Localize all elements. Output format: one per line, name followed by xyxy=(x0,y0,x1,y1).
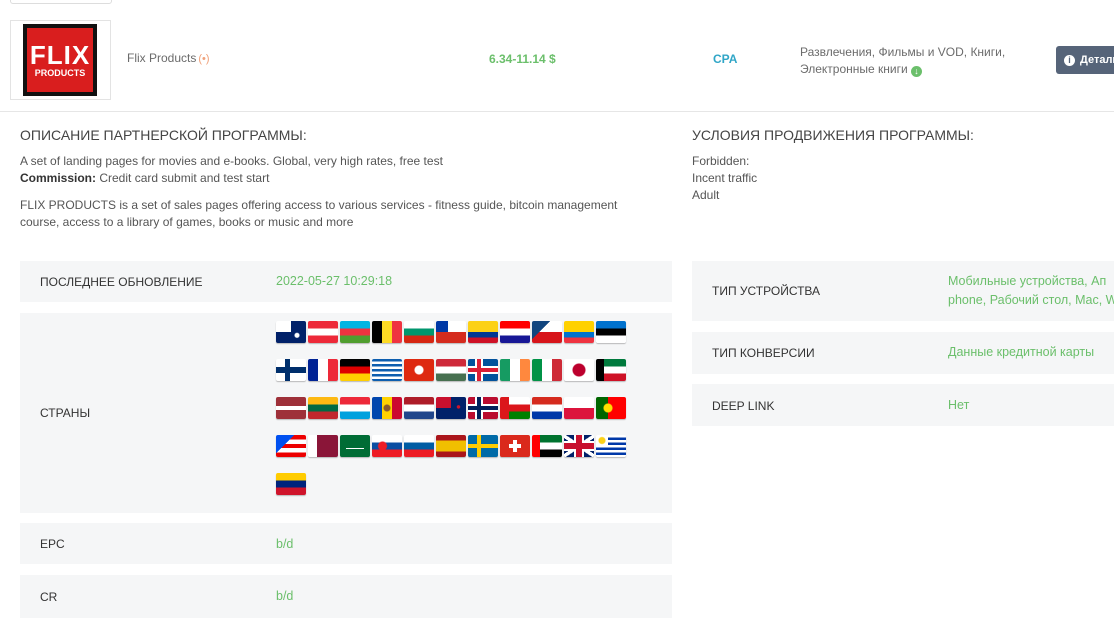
cr-label: CR xyxy=(40,590,58,604)
conversion-type-label: ТИП КОНВЕРСИИ xyxy=(712,346,815,360)
countries-label: СТРАНЫ xyxy=(40,406,91,420)
flag-lt-icon xyxy=(308,397,338,419)
flag-nl-icon xyxy=(404,397,434,419)
device-type-value: Мобильные устройства, Ап phone, Рабочий … xyxy=(948,272,1114,310)
deep-link-value: Нет xyxy=(948,398,970,412)
epc-value: b/d xyxy=(276,537,294,551)
offer-row: FLIX PRODUCTS Flix Products (•) 6.34-11.1… xyxy=(0,12,1114,112)
flag-kw-icon xyxy=(596,359,626,381)
flix-products-logo: FLIX PRODUCTS xyxy=(23,24,97,96)
offer-payout: 6.34-11.14 $ xyxy=(489,52,556,66)
top-tab-stub xyxy=(10,0,112,4)
flag-cz-icon xyxy=(532,321,562,343)
offer-model: CPA xyxy=(713,52,738,66)
condition-line: Incent traffic xyxy=(692,171,758,185)
flag-om-icon xyxy=(500,397,530,419)
flag-ie-icon xyxy=(500,359,530,381)
flag-ch-icon xyxy=(500,435,530,457)
flag-ec-icon xyxy=(564,321,594,343)
description-text: A set of landing pages for movies and e-… xyxy=(20,153,660,231)
last-update-label: ПОСЛЕДНЕЕ ОБНОВЛЕНИЕ xyxy=(40,275,203,289)
details-button-label: Детали xyxy=(1080,54,1114,66)
commission-label: Commission: xyxy=(20,171,97,185)
flag-hr-icon xyxy=(500,321,530,343)
last-update-value: 2022-05-27 10:29:18 xyxy=(276,274,393,288)
conditions-heading: УСЛОВИЯ ПРОДВИЖЕНИЯ ПРОГРАММЫ: xyxy=(692,127,974,143)
flag-gb-icon xyxy=(564,435,594,457)
flag-lu-icon xyxy=(340,397,370,419)
flag-ve-icon xyxy=(276,473,306,495)
country-flags xyxy=(276,321,636,511)
flag-be-icon xyxy=(372,321,402,343)
last-update-row: ПОСЛЕДНЕЕ ОБНОВЛЕНИЕ 2022-05-27 10:29:18 xyxy=(20,261,672,302)
offer-name-text[interactable]: Flix Products xyxy=(127,51,196,65)
cr-value: b/d xyxy=(276,589,294,603)
flag-md-icon xyxy=(372,397,402,419)
logo-title: FLIX xyxy=(29,39,91,70)
conditions-text: Forbidden: Incent traffic Adult xyxy=(692,153,757,204)
flag-cl-icon xyxy=(436,321,466,343)
epc-label: EPC xyxy=(40,537,65,551)
flag-bg-icon xyxy=(404,321,434,343)
flag-lv-icon xyxy=(276,397,306,419)
description-heading: ОПИСАНИЕ ПАРТНЕРСКОЙ ПРОГРАММЫ: xyxy=(20,127,307,143)
flag-no-icon xyxy=(468,397,498,419)
flag-se-icon xyxy=(468,435,498,457)
flag-pl-icon xyxy=(564,397,594,419)
flag-co-icon xyxy=(468,321,498,343)
flag-sk-icon xyxy=(372,435,402,457)
condition-line: Adult xyxy=(692,188,720,202)
flag-uy-icon xyxy=(596,435,626,457)
flag-ae-icon xyxy=(532,435,562,457)
offer-name[interactable]: Flix Products (•) xyxy=(127,51,210,65)
flag-az-icon xyxy=(340,321,370,343)
deep-link-label: DEEP LINK xyxy=(712,399,775,413)
offer-logo-frame[interactable]: FLIX PRODUCTS xyxy=(10,20,111,100)
flag-fi-icon xyxy=(276,359,306,381)
deep-link-row: DEEP LINK Нет xyxy=(692,384,1114,426)
info-icon: i xyxy=(1064,54,1075,66)
categories-line-2: Электронные книги xyxy=(800,62,908,76)
conversion-type-value: Данные кредитной карты xyxy=(948,345,1095,359)
device-type-value-line-2: phone, Рабочий стол, Mac, W xyxy=(948,293,1114,307)
condition-line: Forbidden: xyxy=(692,154,750,168)
flag-sa-icon xyxy=(340,435,370,457)
offer-categories: Развлечения, Фильмы и VOD, Книги, Электр… xyxy=(800,44,1030,78)
flag-qa-icon xyxy=(308,435,338,457)
flag-si-icon xyxy=(404,435,434,457)
logo-subtitle: PRODUCTS xyxy=(34,67,86,78)
flag-gr-icon xyxy=(372,359,402,381)
device-type-label: ТИП УСТРОЙСТВА xyxy=(712,284,821,298)
flag-de-icon xyxy=(340,359,370,381)
flag-hu-icon xyxy=(436,359,466,381)
epc-row: EPC b/d xyxy=(20,523,672,564)
commission-value: Credit card submit and test start xyxy=(96,171,270,185)
flag-py-icon xyxy=(532,397,562,419)
flag-pt-icon xyxy=(596,397,626,419)
arrow-down-circle-icon[interactable]: ↓ xyxy=(911,66,923,77)
flag-hk-icon xyxy=(404,359,434,381)
flag-at-icon xyxy=(308,321,338,343)
flag-fr-icon xyxy=(308,359,338,381)
flag-it-icon xyxy=(532,359,562,381)
conversion-type-row: ТИП КОНВЕРСИИ Данные кредитной карты xyxy=(692,332,1114,374)
broadcast-icon: (•) xyxy=(198,53,210,65)
flag-es-icon xyxy=(436,435,466,457)
device-type-value-line-1: Мобильные устройства, Ап xyxy=(948,274,1107,288)
flag-jp-icon xyxy=(564,359,594,381)
description-line-3: FLIX PRODUCTS is a set of sales pages of… xyxy=(20,198,618,229)
categories-line-1: Развлечения, Фильмы и VOD, Книги, xyxy=(800,45,1006,59)
flag-pr-icon xyxy=(276,435,306,457)
flag-au-icon xyxy=(276,321,306,343)
device-type-row: ТИП УСТРОЙСТВА Мобильные устройства, Ап … xyxy=(692,261,1114,321)
countries-row: СТРАНЫ xyxy=(20,313,672,513)
flag-is-icon xyxy=(468,359,498,381)
description-line-1: A set of landing pages for movies and e-… xyxy=(20,154,443,168)
details-button[interactable]: i Детали xyxy=(1056,46,1114,74)
cr-row: CR b/d xyxy=(20,575,672,618)
flag-ee-icon xyxy=(596,321,626,343)
flag-nz-icon xyxy=(436,397,466,419)
